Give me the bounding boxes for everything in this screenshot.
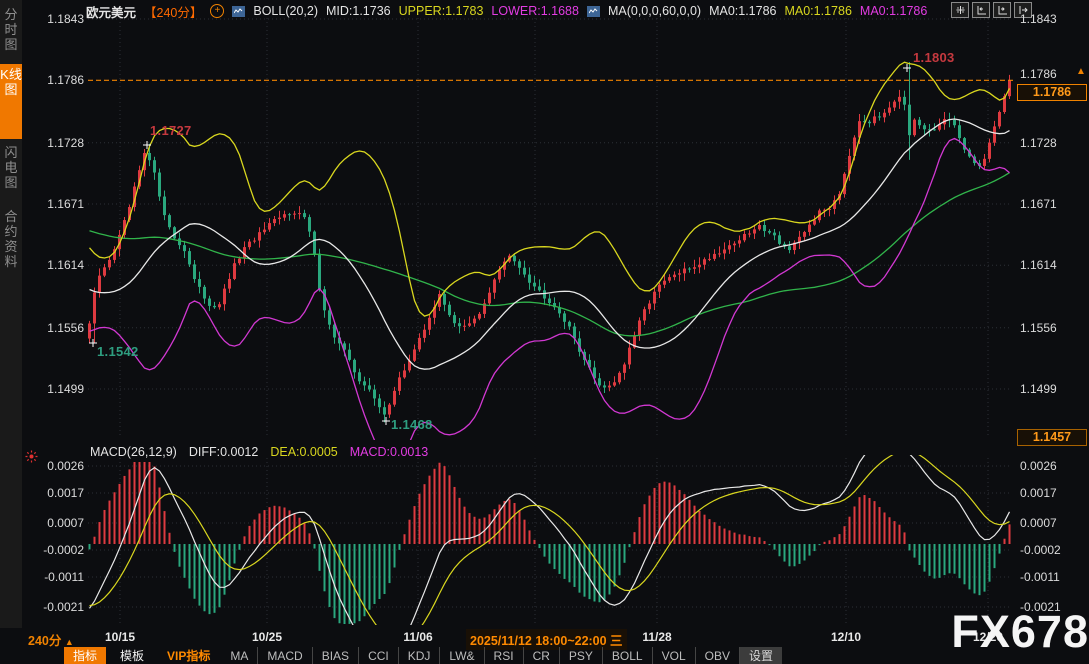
current-price-box: 1.1786: [1017, 84, 1087, 101]
ma0-white-value: MA0:1.1786: [709, 4, 776, 18]
crosshair-move-icon[interactable]: [951, 2, 969, 18]
ma-label: MA(0,0,0,60,0,0): [608, 4, 701, 18]
toolbar-button-VIP指标[interactable]: VIP指标: [158, 647, 219, 664]
y-tick-left: 1.1786: [0, 73, 84, 87]
y-tick-left: 1.1556: [0, 321, 84, 335]
extreme-price-annotation: 1.1468: [391, 417, 433, 432]
macd-diff-value: DIFF:0.0012: [189, 445, 258, 459]
indicator-bar: 欧元美元 【240分】 + BOLL(20,2) MID:1.1736 UPPE…: [86, 3, 927, 19]
macd-tick-left: 0.0017: [0, 486, 84, 500]
toolbar-button-设置[interactable]: 设置: [740, 647, 782, 664]
indicator-settings-icon[interactable]: [25, 450, 38, 468]
add-indicator-icon[interactable]: +: [210, 4, 224, 18]
macd-tick-left: -0.0011: [0, 570, 84, 584]
toolbar-button-PSY[interactable]: PSY: [560, 647, 603, 664]
extreme-price-annotation: 1.1542: [97, 344, 139, 359]
boll-label: BOLL(20,2): [253, 4, 318, 18]
boll-upper-value: UPPER:1.1783: [399, 4, 484, 18]
toolbar-button-CCI[interactable]: CCI: [359, 647, 399, 664]
toolbar-button-BOLL[interactable]: BOLL: [603, 647, 653, 664]
trading-app: 分时图K线图闪电图合约资料 欧元美元 【240分】 + BOLL(20,2) M…: [0, 0, 1089, 664]
macd-macd-value: MACD:0.0013: [350, 445, 429, 459]
indicator-toolbar: 指标模板 VIP指标MAMACDBIASCCIKDJLW&RSICRPSYBOLL…: [64, 647, 782, 664]
y-tick-left: 1.1843: [0, 12, 84, 26]
y-tick-right: 1.1671: [1020, 197, 1086, 211]
zoom-out-axis-icon[interactable]: [993, 2, 1011, 18]
toolbar-button-MACD[interactable]: MACD: [258, 647, 312, 664]
left-nav: 分时图K线图闪电图合约资料: [0, 0, 22, 628]
toolbar-button-CR[interactable]: CR: [524, 647, 560, 664]
ma0-yellow-value: MA0:1.1786: [784, 4, 851, 18]
x-tick-date: 10/15: [105, 630, 135, 644]
y-tick-left: 1.1499: [0, 382, 84, 396]
macd-tick-right: 0.0017: [1020, 486, 1086, 500]
boll-indicator-icon[interactable]: [232, 6, 245, 17]
x-tick-date: 11/28: [642, 630, 671, 644]
y-tick-right: 1.1728: [1020, 136, 1086, 150]
extreme-price-annotation: 1.1727: [150, 123, 192, 138]
macd-tick-right: -0.0002: [1020, 543, 1086, 557]
macd-dea-value: DEA:0.0005: [270, 445, 337, 459]
macd-params-label: MACD(26,12,9): [90, 445, 177, 459]
toolbar-button-LW&[interactable]: LW&: [440, 647, 484, 664]
toolbar-button-RSI[interactable]: RSI: [485, 647, 524, 664]
period-badge[interactable]: 【240分】: [144, 2, 202, 21]
toolbar-button-BIAS[interactable]: BIAS: [313, 647, 359, 664]
toolbar-button-MA[interactable]: MA: [221, 647, 258, 664]
y-tick-right: 1.1614: [1020, 258, 1086, 272]
toolbar-button-VOL[interactable]: VOL: [653, 647, 696, 664]
x-tick-date: 11/06: [403, 630, 432, 644]
zoom-in-axis-icon[interactable]: [972, 2, 990, 18]
y-tick-right: 1.1499: [1020, 382, 1086, 396]
last-price-arrow-icon: ▲: [1076, 66, 1086, 77]
y-tick-left: 1.1728: [0, 136, 84, 150]
low-price-box: 1.1457: [1017, 429, 1087, 446]
boll-lower-value: LOWER:1.1688: [491, 4, 579, 18]
macd-tick-right: 0.0007: [1020, 516, 1086, 530]
x-tick-date: 12/10: [831, 630, 861, 644]
boll-mid-value: MID:1.1736: [326, 4, 391, 18]
toolbar-button-模板[interactable]: 模板: [111, 647, 153, 664]
macd-tick-right: 0.0026: [1020, 459, 1086, 473]
y-tick-left: 1.1671: [0, 197, 84, 211]
symbol-title: 欧元美元: [86, 2, 136, 21]
brand-watermark: FX678: [951, 606, 1089, 658]
y-tick-right: 1.1843: [1020, 12, 1086, 26]
y-tick-left: 1.1614: [0, 258, 84, 272]
ma-indicator-icon[interactable]: [587, 6, 600, 17]
ma0-magenta-value: MA0:1.1786: [860, 4, 927, 18]
macd-tick-left: -0.0002: [0, 543, 84, 557]
macd-tick-right: -0.0011: [1020, 570, 1086, 584]
timeframe-arrow-icon: ▲: [65, 637, 74, 647]
toolbar-button-指标[interactable]: 指标: [64, 647, 106, 664]
nav-item-合约资料[interactable]: 合约资料: [0, 206, 22, 289]
nav-item-闪电图[interactable]: 闪电图: [0, 142, 22, 201]
macd-tick-left: -0.0021: [0, 600, 84, 614]
macd-header: MACD(26,12,9) DIFF:0.0012 DEA:0.0005 MAC…: [90, 445, 428, 459]
chart-canvas[interactable]: [0, 0, 1089, 664]
extreme-price-annotation: 1.1803: [913, 50, 955, 65]
y-tick-right: 1.1556: [1020, 321, 1086, 335]
toolbar-button-OBV[interactable]: OBV: [696, 647, 740, 664]
macd-tick-left: 0.0026: [0, 459, 84, 473]
x-tick-date: 10/25: [252, 630, 282, 644]
toolbar-button-KDJ[interactable]: KDJ: [399, 647, 441, 664]
macd-tick-left: 0.0007: [0, 516, 84, 530]
